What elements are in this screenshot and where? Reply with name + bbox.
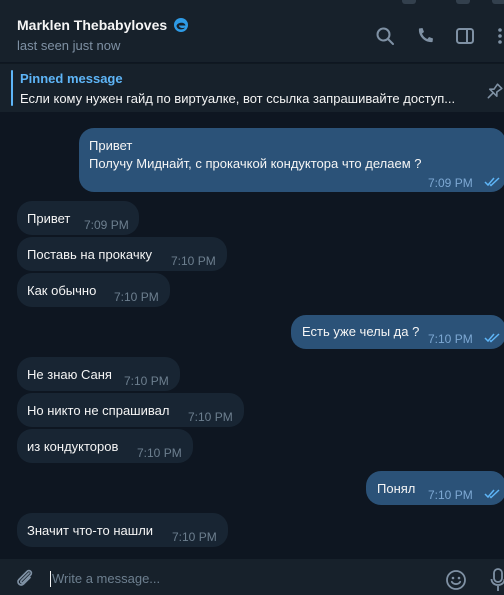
message-time: 7:10 PM: [428, 488, 473, 502]
message-bubble-incoming[interactable]: Но никто не спрашивал 7:10 PM: [17, 393, 244, 427]
message-text: Не знаю Саня: [27, 367, 112, 382]
read-checkmarks-icon: [484, 333, 500, 343]
message-time: 7:10 PM: [428, 332, 473, 346]
read-checkmarks-icon: [484, 489, 500, 499]
edge-browser-icon: [174, 18, 189, 32]
message-time: 7:10 PM: [124, 374, 169, 388]
message-bubble-incoming[interactable]: Значит что-то нашли 7:10 PM: [17, 513, 228, 547]
message-text: Привет: [27, 211, 71, 226]
search-icon[interactable]: [375, 26, 395, 46]
message-text: Есть уже челы да ?: [302, 324, 420, 339]
message-text: Привет: [89, 138, 133, 153]
pin-icon[interactable]: [484, 82, 504, 102]
message-bubble-incoming[interactable]: Не знаю Саня 7:10 PM: [17, 357, 180, 391]
attach-icon[interactable]: [14, 567, 36, 589]
message-bubble-outgoing[interactable]: Есть уже челы да ? 7:10 PM: [291, 315, 504, 349]
microphone-icon[interactable]: [490, 567, 504, 593]
message-bubble-incoming[interactable]: Привет 7:09 PM: [17, 201, 139, 235]
message-time: 7:09 PM: [428, 176, 473, 190]
pinned-title: Pinned message: [20, 71, 123, 86]
message-text: Значит что-то нашли: [27, 523, 154, 538]
emoji-icon[interactable]: [445, 569, 467, 591]
message-time: 7:10 PM: [188, 410, 233, 424]
chat-status: last seen just now: [17, 38, 121, 53]
message-text: Поставь на прокачку: [27, 247, 152, 262]
message-text: Получу Миднайт, с прокачкой кондуктора ч…: [89, 156, 422, 171]
message-bubble-outgoing[interactable]: Понял 7:10 PM: [366, 471, 504, 505]
pinned-accent-bar: [11, 70, 13, 106]
message-text: из кондукторов: [27, 439, 119, 454]
sidebar-toggle-icon[interactable]: [455, 26, 475, 46]
read-checkmarks-icon: [484, 177, 500, 187]
message-time: 7:10 PM: [171, 254, 216, 268]
message-bubble-incoming[interactable]: Как обычно 7:10 PM: [17, 273, 170, 307]
pinned-message-bar[interactable]: Pinned message Если кому нужен гайд по в…: [0, 63, 504, 112]
text-caret: [50, 571, 51, 587]
window-edge-controls: [400, 0, 504, 8]
phone-icon[interactable]: [415, 26, 435, 46]
message-time: 7:10 PM: [137, 446, 182, 460]
pinned-text: Если кому нужен гайд по виртуалке, вот с…: [20, 91, 456, 106]
message-bubble-incoming[interactable]: из кондукторов 7:10 PM: [17, 429, 193, 463]
chat-title-text: Marklen Thebabyloves: [17, 17, 168, 33]
message-composer: Write a message...: [0, 559, 504, 595]
message-text: Как обычно: [27, 283, 97, 298]
chat-header: Marklen Thebabyloves last seen just now: [0, 0, 504, 62]
message-bubble-incoming[interactable]: Поставь на прокачку 7:10 PM: [17, 237, 227, 271]
message-time: 7:10 PM: [114, 290, 159, 304]
message-bubble-outgoing[interactable]: Привет Получу Миднайт, с прокачкой конду…: [79, 128, 504, 192]
message-time: 7:10 PM: [172, 530, 217, 544]
message-time: 7:09 PM: [84, 218, 129, 232]
chat-title[interactable]: Marklen Thebabyloves: [17, 17, 189, 33]
message-text: Но никто не спрашивал: [27, 403, 170, 418]
message-input[interactable]: Write a message...: [52, 571, 160, 586]
more-vertical-icon[interactable]: [490, 26, 504, 46]
message-text: Понял: [377, 481, 416, 496]
